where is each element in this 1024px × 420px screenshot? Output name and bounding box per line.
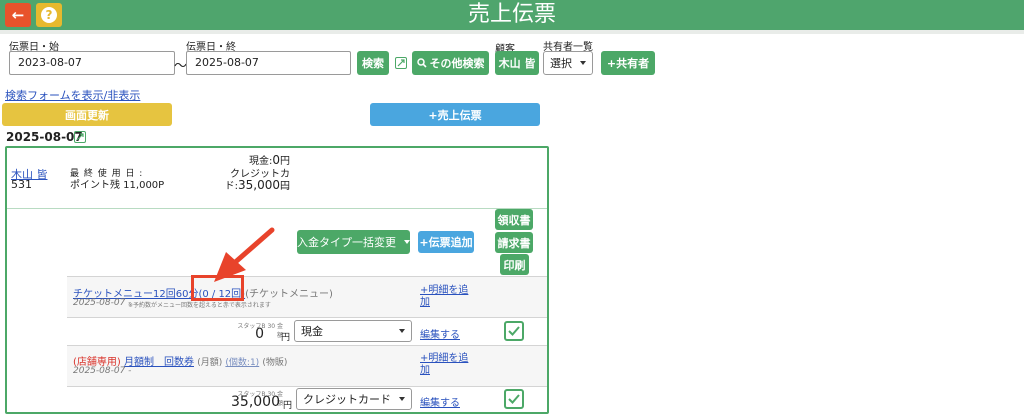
annotation-arrow-icon xyxy=(214,227,275,282)
highlight-box xyxy=(191,275,244,301)
